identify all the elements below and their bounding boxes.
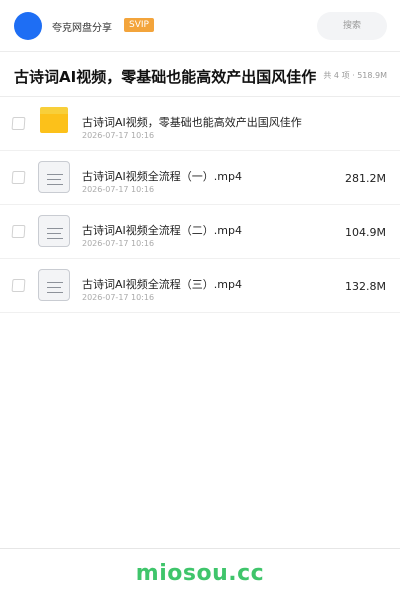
avatar[interactable] (14, 12, 42, 40)
list-item[interactable]: 古诗词AI视频全流程（三）.mp4 2026-07-17 10:16 132.8… (0, 259, 400, 313)
page-title: 古诗词AI视频，零基础也能高效产出国风佳作 (14, 68, 316, 86)
document-icon (38, 161, 70, 193)
watermark: miosou.cc (135, 561, 265, 586)
file-name: 古诗词AI视频全流程（二）.mp4 (82, 224, 242, 237)
row-checkbox[interactable] (11, 117, 26, 130)
bottom-bar: miosou.cc (0, 548, 400, 600)
list-item[interactable]: 古诗词AI视频全流程（二）.mp4 2026-07-17 10:16 104.9… (0, 205, 400, 259)
file-name: 古诗词AI视频，零基础也能高效产出国风佳作 (82, 116, 302, 129)
file-date: 2026-07-17 10:16 (82, 293, 155, 302)
share-title-row: 古诗词AI视频，零基础也能高效产出国风佳作 共 4 项 · 518.9M (0, 53, 400, 97)
file-size: 281.2M (345, 172, 386, 185)
file-size: 104.9M (345, 226, 386, 239)
svip-badge: SVIP (124, 18, 154, 32)
search-input[interactable]: 搜索 (317, 12, 387, 40)
list-item[interactable]: 古诗词AI视频，零基础也能高效产出国风佳作 2026-07-17 10:16 (0, 97, 400, 151)
file-date: 2026-07-17 10:16 (82, 131, 155, 140)
file-size: 132.8M (345, 280, 386, 293)
folder-icon (38, 107, 70, 139)
file-name: 古诗词AI视频全流程（三）.mp4 (82, 278, 242, 291)
share-meta: 共 4 项 · 518.9M (323, 71, 387, 80)
row-checkbox[interactable] (11, 225, 26, 238)
document-icon (38, 269, 70, 301)
app-name: 夸克网盘分享 (52, 23, 112, 34)
row-checkbox[interactable] (11, 279, 26, 292)
list-item[interactable]: 古诗词AI视频全流程（一）.mp4 2026-07-17 10:16 281.2… (0, 151, 400, 205)
file-name: 古诗词AI视频全流程（一）.mp4 (82, 170, 242, 183)
row-checkbox[interactable] (11, 171, 26, 184)
document-icon (38, 215, 70, 247)
file-date: 2026-07-17 10:16 (82, 239, 155, 248)
file-date: 2026-07-17 10:16 (82, 185, 155, 194)
top-bar: 夸克网盘分享 SVIP 搜索 (0, 0, 400, 52)
